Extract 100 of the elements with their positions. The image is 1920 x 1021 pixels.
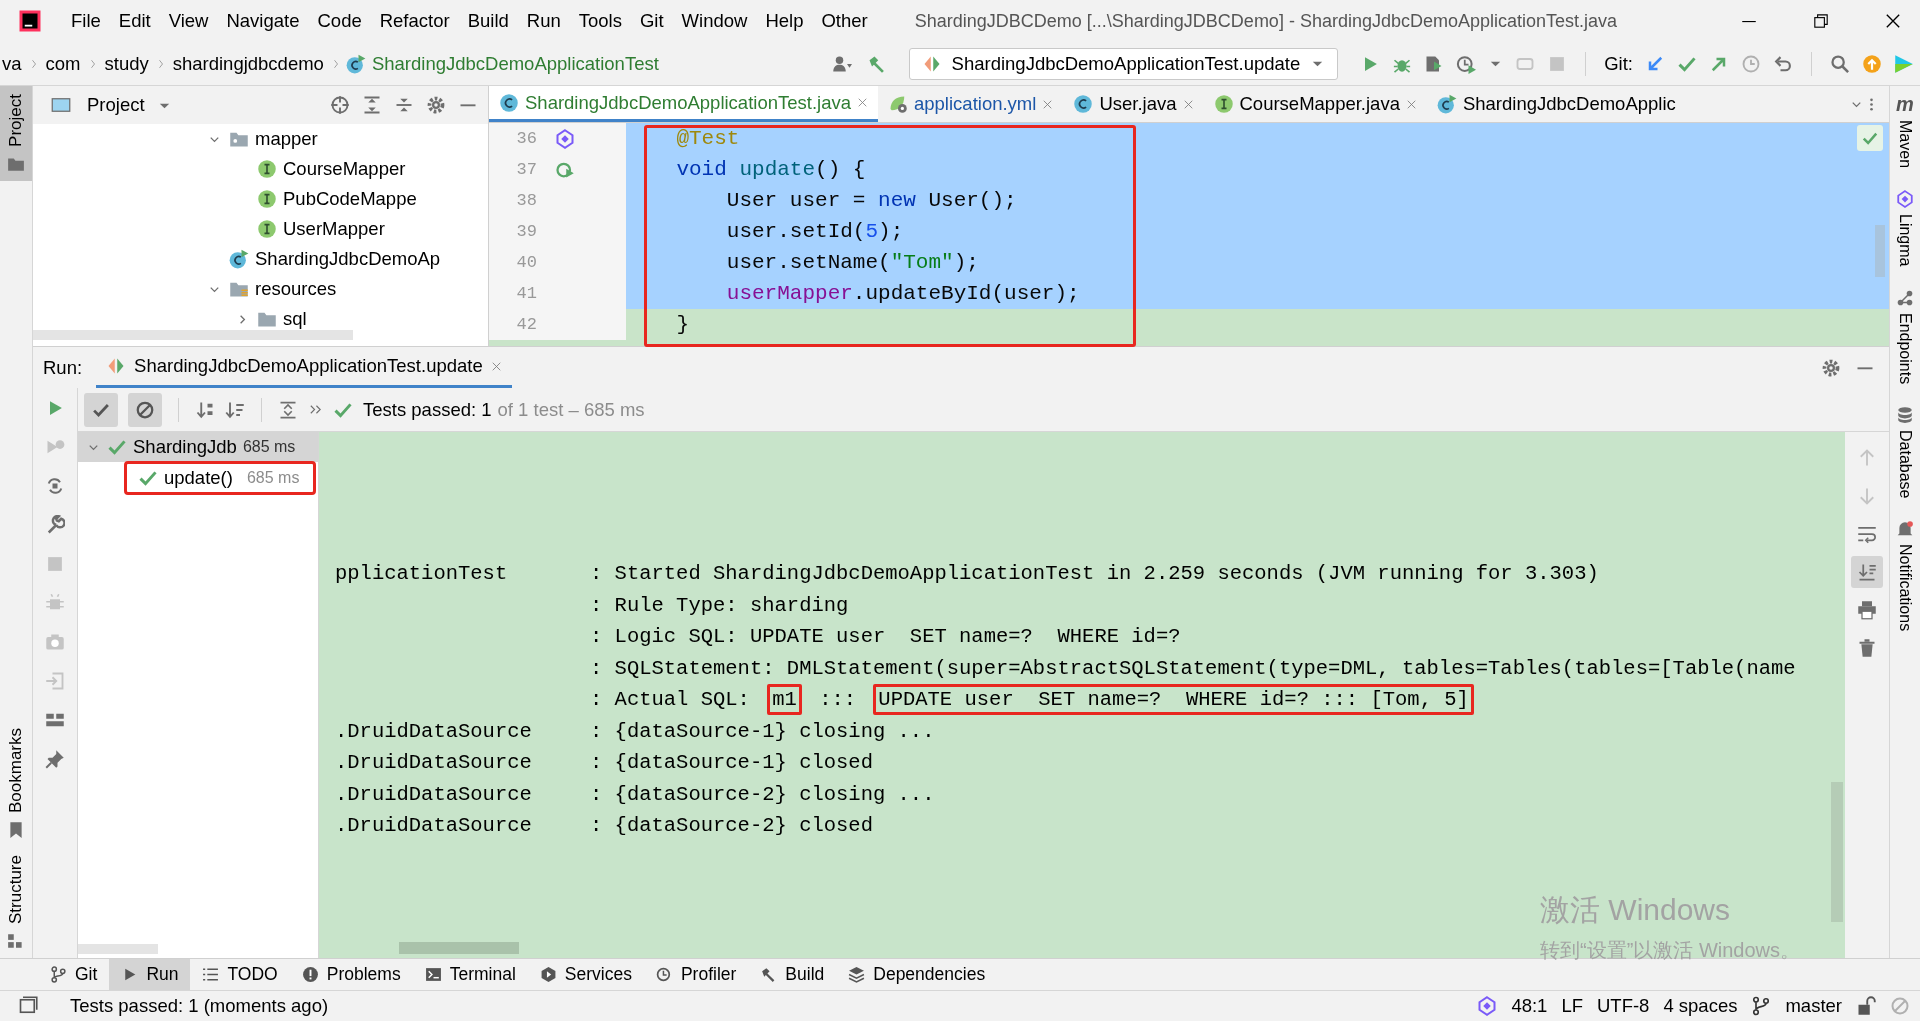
tool-window-tab[interactable]: Services <box>527 959 644 990</box>
auto-test-icon[interactable] <box>45 476 65 496</box>
tool-window-button[interactable]: m Maven <box>1896 86 1914 183</box>
tool-window-button[interactable]: Notifications <box>1896 512 1914 646</box>
editor-tab[interactable]: User.java <box>1063 86 1204 122</box>
menu-item[interactable]: Code <box>308 10 371 32</box>
editor-tab[interactable]: ShardingJdbcDemoApplic <box>1426 86 1686 122</box>
menu-item[interactable]: Edit <box>109 10 160 32</box>
show-ignored-toggle[interactable] <box>128 392 162 427</box>
close-tab-icon[interactable] <box>1182 98 1194 110</box>
tool-window-button[interactable]: Database <box>1896 397 1914 513</box>
search-icon[interactable] <box>1830 53 1850 74</box>
pin-icon[interactable] <box>45 749 65 769</box>
lock-icon[interactable] <box>1856 996 1876 1016</box>
show-passed-toggle[interactable] <box>84 392 118 427</box>
run-config-dropdown[interactable]: ShardingJdbcDemoApplicationTest.update <box>908 47 1339 80</box>
git-branch[interactable]: master <box>1785 995 1842 1017</box>
print-icon[interactable] <box>1857 600 1877 620</box>
menu-item[interactable]: Navigate <box>217 10 309 32</box>
breadcrumb[interactable]: ShardingJdbcDemoApplicationTest <box>369 52 661 75</box>
log-source: .DruidDataSource <box>335 751 532 775</box>
tool-window-tab[interactable]: Terminal <box>412 959 528 990</box>
test-tree-row[interactable]: update() 685 ms <box>126 463 314 493</box>
scrollbar[interactable] <box>1831 782 1843 922</box>
menu-item[interactable]: Help <box>756 10 813 32</box>
file-encoding[interactable]: UTF-8 <box>1597 995 1650 1017</box>
assistant-icon[interactable] <box>555 128 575 149</box>
run-tab[interactable]: ShardingJdbcDemoApplicationTest.update <box>96 347 512 388</box>
menu-item[interactable]: Tools <box>569 10 631 32</box>
breadcrumb[interactable]: va <box>0 52 24 75</box>
tree-item[interactable]: mapper <box>255 128 318 150</box>
tool-window-label: Notifications <box>1896 544 1914 632</box>
tool-window-tab[interactable]: Dependencies <box>836 959 998 990</box>
trash-icon[interactable] <box>1857 638 1877 658</box>
scroll-to-end-toggle[interactable] <box>1851 556 1883 588</box>
scrollbar[interactable] <box>33 330 353 340</box>
scrollbar[interactable] <box>78 944 158 954</box>
layout-toggle-icon[interactable] <box>18 996 38 1016</box>
test-tree-row[interactable]: ShardingJdb 685 ms <box>78 432 318 462</box>
clock-icon <box>655 966 673 983</box>
close-tab-icon[interactable] <box>857 97 868 108</box>
log-source: pplicationTest <box>335 562 508 586</box>
close-tab-icon[interactable] <box>1042 98 1054 110</box>
soft-wrap-icon[interactable] <box>1857 524 1877 544</box>
editor-tab[interactable]: CourseMapper.java <box>1203 86 1427 122</box>
wrench-icon[interactable] <box>45 515 65 535</box>
tree-item[interactable]: PubCodeMappe <box>283 188 417 210</box>
menu-item[interactable]: Git <box>630 10 673 32</box>
profile-icon[interactable] <box>1456 53 1477 74</box>
log-source: .DruidDataSource <box>335 782 532 806</box>
tree-item[interactable]: resources <box>255 278 337 300</box>
expand-icon[interactable] <box>278 399 298 420</box>
settings-icon[interactable] <box>426 95 446 115</box>
scroll-to-end-icon[interactable] <box>1857 562 1877 582</box>
tool-window-tab[interactable]: Build <box>748 959 837 990</box>
tool-window-tab[interactable]: Problems <box>289 959 413 990</box>
tool-window-button[interactable]: Bookmarks <box>0 720 32 847</box>
menu-item[interactable]: Other <box>812 10 877 32</box>
breadcrumb[interactable]: study <box>102 52 151 75</box>
indent-setting[interactable]: 4 spaces <box>1663 995 1738 1017</box>
breadcrumb[interactable]: com <box>43 52 83 75</box>
tool-window-button[interactable]: Lingma <box>1896 182 1914 281</box>
tool-window-tab[interactable]: TODO <box>190 959 290 990</box>
tool-window-button[interactable]: Project <box>0 86 32 181</box>
menu-item[interactable]: Build <box>458 10 518 32</box>
tree-item[interactable]: sql <box>283 308 307 330</box>
panel-title[interactable]: Project <box>87 94 145 116</box>
menu-item[interactable]: View <box>159 10 218 32</box>
close-tab-icon[interactable] <box>1405 98 1417 110</box>
menu-item[interactable]: Refactor <box>370 10 459 32</box>
tool-window-tab[interactable]: Run <box>109 959 191 990</box>
line-separator[interactable]: LF <box>1561 995 1583 1017</box>
log-source: .DruidDataSource <box>335 719 532 743</box>
settings-icon[interactable] <box>1821 357 1841 378</box>
expand-all-icon[interactable] <box>362 95 382 115</box>
close-icon[interactable] <box>1884 12 1902 30</box>
tool-window-button[interactable]: Endpoints <box>1896 280 1914 398</box>
tool-window-label: Database <box>1896 429 1914 499</box>
breadcrumb[interactable]: shardingjdbcdemo <box>170 52 326 75</box>
tool-window-tab[interactable]: Profiler <box>643 959 749 990</box>
restore-icon[interactable] <box>1812 12 1830 30</box>
tree-item[interactable]: UserMapper <box>283 218 385 240</box>
scrollbar[interactable] <box>399 942 519 954</box>
hexagon-icon <box>539 966 557 983</box>
editor-tab[interactable]: ShardingJdbcDemoApplicationTest.java <box>489 86 878 122</box>
highlighted-log-text: UPDATE user SET name=? WHERE id=? ::: [Tom, 5] <box>873 684 1474 716</box>
tree-item[interactable]: ShardingJdbcDemoAp <box>255 248 441 270</box>
menu-item[interactable]: Window <box>672 10 757 32</box>
check-icon[interactable] <box>1857 125 1883 151</box>
tool-window-button[interactable]: Structure <box>0 847 32 958</box>
editor-tab[interactable]: application.yml <box>878 86 1064 122</box>
menu-item[interactable]: File <box>62 10 110 32</box>
tree-item[interactable]: CourseMapper <box>283 158 406 180</box>
close-tab-icon[interactable] <box>490 360 502 372</box>
assistant-icon[interactable] <box>1477 996 1498 1016</box>
tool-window-tab[interactable]: Git <box>38 959 110 990</box>
caret-position[interactable]: 48:1 <box>1511 995 1548 1017</box>
menu-item[interactable]: Run <box>517 10 570 32</box>
locate-icon[interactable] <box>330 95 350 115</box>
scrollbar[interactable] <box>1875 225 1885 277</box>
